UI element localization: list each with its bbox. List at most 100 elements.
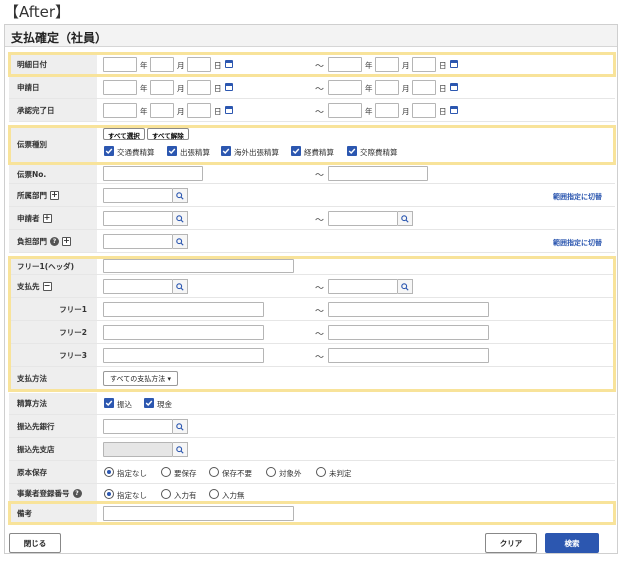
shinsei-from-year[interactable] <box>103 80 137 95</box>
search-icon[interactable] <box>173 279 188 294</box>
calendar-icon[interactable] <box>450 60 458 68</box>
calendar-icon[interactable] <box>225 106 233 114</box>
meisai-to-year[interactable] <box>328 57 362 72</box>
free-header-input[interactable] <box>103 259 294 273</box>
checkbox-checked-icon[interactable] <box>347 146 357 156</box>
radio-selected-icon[interactable] <box>104 489 114 499</box>
denpyo-no-to-input[interactable] <box>328 166 428 181</box>
radio-icon[interactable] <box>266 467 276 477</box>
search-icon[interactable] <box>173 442 188 457</box>
shonin-from-day[interactable] <box>187 103 211 118</box>
label-free-header: フリー1(ヘッダ) <box>9 258 97 274</box>
label-branch: 振込先支店 <box>9 438 97 460</box>
denpyo-no-from-input[interactable] <box>103 166 203 181</box>
shinsei-to-year[interactable] <box>328 80 362 95</box>
range-tilde: ～ <box>315 85 325 95</box>
label-free2: フリー2 <box>9 321 97 343</box>
meisai-to-day[interactable] <box>412 57 436 72</box>
plus-icon[interactable]: + <box>50 190 59 200</box>
genpon-option-label: 対象外 <box>279 469 302 478</box>
search-icon[interactable] <box>173 419 188 434</box>
biko-input[interactable] <box>103 506 294 521</box>
genpon-option-label: 保存不要 <box>222 469 252 478</box>
radio-icon[interactable] <box>209 489 219 499</box>
help-icon[interactable]: ? <box>50 236 59 246</box>
free2-from-input[interactable] <box>103 325 264 340</box>
radio-icon[interactable] <box>209 467 219 477</box>
checkbox-checked-icon[interactable] <box>221 146 231 156</box>
shonin-to-day[interactable] <box>412 103 436 118</box>
shonin-to-month[interactable] <box>375 103 399 118</box>
plus-icon[interactable]: + <box>62 236 71 246</box>
checkbox-checked-icon[interactable] <box>291 146 301 156</box>
pay-method-select[interactable]: すべての支払方法 ▾ <box>103 371 178 386</box>
calendar-icon[interactable] <box>225 83 233 91</box>
shinseisha-from-input[interactable] <box>103 211 173 226</box>
shinsei-to-month[interactable] <box>375 80 399 95</box>
free2-to-input[interactable] <box>328 325 489 340</box>
row-genpon: 原本保存 指定なし 要保存 保存不要 対象外 未判定 <box>9 461 615 484</box>
radio-icon[interactable] <box>316 467 326 477</box>
shonin-from-month[interactable] <box>150 103 174 118</box>
search-icon[interactable] <box>173 234 188 249</box>
clear-all-button[interactable]: すべて解除 <box>147 128 189 140</box>
range-tilde: ～ <box>315 353 325 363</box>
close-button[interactable]: 閉じる <box>9 533 61 553</box>
label-shonin: 承認完了日 <box>9 99 97 121</box>
checkbox-checked-icon[interactable] <box>144 398 154 408</box>
shinseisha-to-input[interactable] <box>328 211 398 226</box>
search-icon[interactable] <box>398 211 413 226</box>
futan-input[interactable] <box>103 234 173 249</box>
meisai-from-year[interactable] <box>103 57 137 72</box>
plus-icon[interactable]: + <box>42 213 52 223</box>
bank-input[interactable] <box>103 419 173 434</box>
shonin-to-year[interactable] <box>328 103 362 118</box>
year-unit: 年 <box>140 107 148 116</box>
row-shinseisha: 申請者 + ～ <box>9 207 615 230</box>
free3-to-input[interactable] <box>328 348 489 363</box>
shinsei-from-day[interactable] <box>187 80 211 95</box>
shiharaisaki-to-input[interactable] <box>328 279 398 294</box>
label-bank: 振込先銀行 <box>9 415 97 437</box>
minus-icon[interactable]: − <box>42 281 52 291</box>
calendar-icon[interactable] <box>225 60 233 68</box>
help-icon[interactable]: ? <box>72 489 82 498</box>
select-all-button[interactable]: すべて選択 <box>103 128 145 140</box>
row-seisan-hoho: 精算方法 振込 現金 <box>9 393 615 415</box>
search-icon[interactable] <box>173 211 188 226</box>
free3-from-input[interactable] <box>103 348 264 363</box>
label-jigyosha: 事業者登録番号 <box>17 489 70 498</box>
label-shinsei: 申請日 <box>9 76 97 98</box>
radio-icon[interactable] <box>161 467 171 477</box>
meisai-from-month[interactable] <box>150 57 174 72</box>
meisai-from-day[interactable] <box>187 57 211 72</box>
radio-icon[interactable] <box>161 489 171 499</box>
checkbox-checked-icon[interactable] <box>104 146 114 156</box>
free1-to-input[interactable] <box>328 302 489 317</box>
denpyo-type-label: 経費精算 <box>304 148 334 157</box>
clear-button[interactable]: クリア <box>485 533 537 553</box>
calendar-icon[interactable] <box>450 106 458 114</box>
year-unit: 年 <box>140 84 148 93</box>
shinsei-from-month[interactable] <box>150 80 174 95</box>
meisai-to-month[interactable] <box>375 57 399 72</box>
shiharaisaki-from-input[interactable] <box>103 279 173 294</box>
row-jigyosha: 事業者登録番号? 指定なし 入力有 入力無 <box>9 484 615 504</box>
range-switch-link[interactable]: 範囲指定に切替 <box>553 238 602 248</box>
month-unit: 月 <box>402 107 410 116</box>
shinsei-to-day[interactable] <box>412 80 436 95</box>
range-switch-link[interactable]: 範囲指定に切替 <box>553 192 602 202</box>
free1-from-input[interactable] <box>103 302 264 317</box>
label-shiharaisaki-wrap: 支払先 − <box>9 275 97 297</box>
calendar-icon[interactable] <box>450 83 458 91</box>
checkbox-checked-icon[interactable] <box>104 398 114 408</box>
day-unit: 日 <box>214 61 222 70</box>
search-button[interactable]: 検索 <box>545 533 599 553</box>
radio-selected-icon[interactable] <box>104 467 114 477</box>
checkbox-checked-icon[interactable] <box>167 146 177 156</box>
shonin-from-year[interactable] <box>103 103 137 118</box>
shozoku-input[interactable] <box>103 188 173 203</box>
search-icon[interactable] <box>398 279 413 294</box>
search-icon[interactable] <box>173 188 188 203</box>
day-unit: 日 <box>439 61 447 70</box>
